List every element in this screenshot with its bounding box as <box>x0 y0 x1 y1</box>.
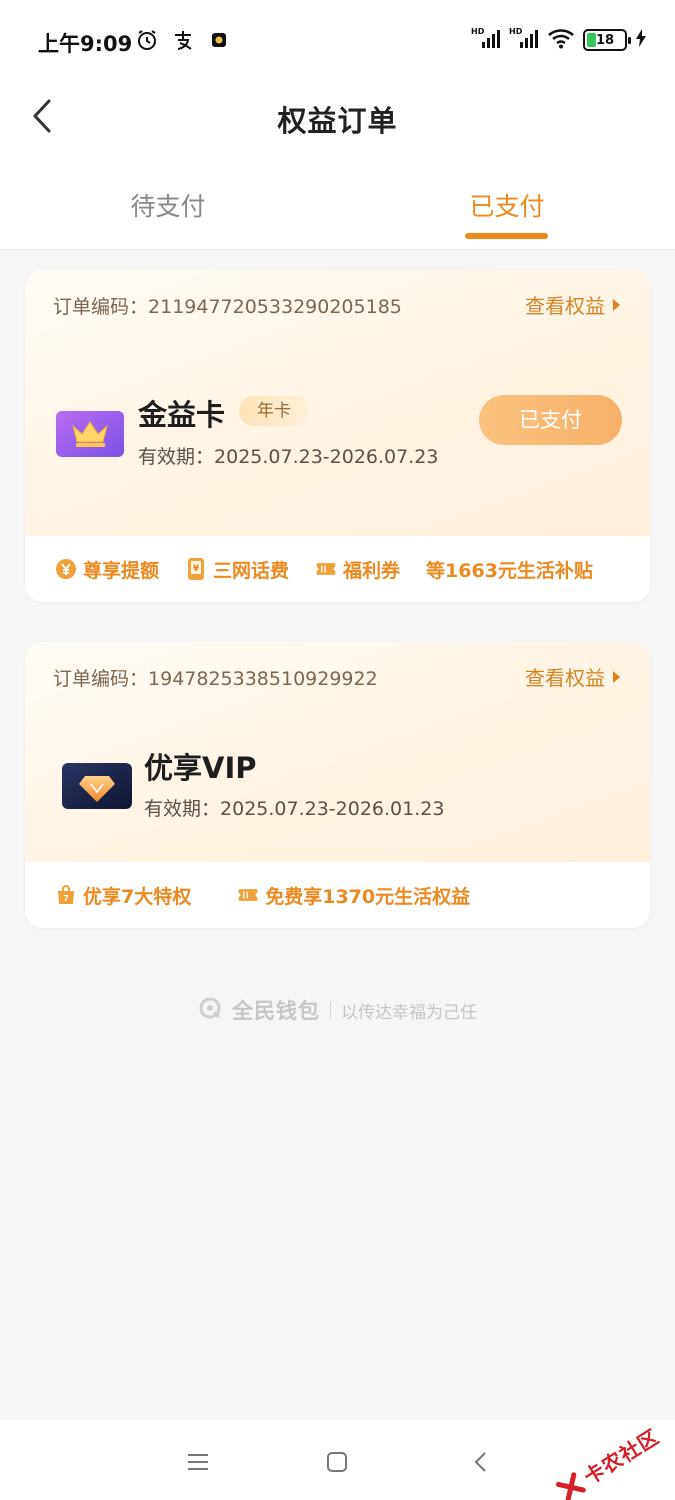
brand-slogan: 以传达幸福为己任 <box>341 1002 477 1023</box>
vip-card-image <box>62 763 132 809</box>
order-card-header: 订单编码：211947720533290205185 查看权益 金益卡 年卡 有… <box>25 270 650 536</box>
benefit-label: 免费享1370元生活权益 <box>265 885 471 908</box>
tab-active-indicator <box>465 233 548 239</box>
tab-paid[interactable]: 已支付 <box>427 187 587 223</box>
tab-bar: 待支付 已支付 <box>0 175 675 250</box>
watermark: 卡农社区 <box>552 1421 664 1500</box>
tab-unpaid[interactable]: 待支付 <box>88 187 248 223</box>
signal-icon: HD <box>471 26 501 54</box>
benefit-label: 福利券 <box>343 559 401 582</box>
validity-period: 有效期：2025.07.23-2026.01.23 <box>144 794 444 821</box>
home-button[interactable] <box>317 1444 357 1480</box>
order-number: 订单编码：211947720533290205185 <box>53 292 402 319</box>
brand-divider <box>330 1001 331 1019</box>
benefits-row: 7 优享7大特权 免费享1370元生活权益 <box>25 862 650 928</box>
benefit-item: 福利券 <box>315 556 400 583</box>
order-number-label: 订单编码： <box>53 668 149 690</box>
svg-text:HD: HD <box>471 27 485 36</box>
product-name: 优享VIP <box>144 751 257 785</box>
validity-label: 有效期： <box>138 446 215 468</box>
order-card: 订单编码：211947720533290205185 查看权益 金益卡 年卡 有… <box>25 270 650 602</box>
benefit-item: 尊享提额 <box>55 556 159 583</box>
order-number: 订单编码：1947825338510929922 <box>53 664 378 691</box>
view-benefits-label: 查看权益 <box>525 666 605 690</box>
benefit-item: 等1663元生活补贴 <box>426 556 593 583</box>
system-nav-bar: 卡农社区 <box>0 1420 675 1500</box>
page-title: 权益订单 <box>277 104 398 138</box>
benefits-row: 尊享提额 ¥ 三网话费 福利券 等1663元生活补贴 <box>25 536 650 602</box>
validity-label: 有效期： <box>144 798 221 820</box>
product-name: 金益卡 <box>138 398 226 432</box>
menu-icon <box>188 1454 208 1470</box>
app-notification-icon <box>207 28 231 52</box>
order-number-value: 211947720533290205185 <box>148 296 402 318</box>
benefit-item: 免费享1370元生活权益 <box>237 882 470 909</box>
order-number-value: 1947825338510929922 <box>148 668 378 690</box>
view-benefits-label: 查看权益 <box>525 294 605 318</box>
system-back-button[interactable] <box>460 1444 500 1480</box>
status-bar: 上午9:09 HD HD 18 <box>0 0 675 82</box>
gold-card-image <box>56 411 124 457</box>
card-type-badge: 年卡 <box>239 396 309 426</box>
svg-text:HD: HD <box>509 27 523 36</box>
benefit-label: 尊享提额 <box>83 559 160 582</box>
order-number-label: 订单编码： <box>53 296 149 318</box>
benefit-label: 三网话费 <box>213 559 290 582</box>
svg-text:7: 7 <box>63 894 69 903</box>
watermark-text: 卡农社区 <box>579 1424 664 1490</box>
benefit-label: 等1663元生活补贴 <box>426 559 593 582</box>
alipay-icon <box>171 28 195 52</box>
order-card: 订单编码：1947825338510929922 查看权益 优享VIP 有效期：… <box>25 642 650 928</box>
square-icon <box>327 1452 347 1472</box>
svg-text:¥: ¥ <box>193 564 200 574</box>
benefit-item: ¥ 三网话费 <box>185 556 289 583</box>
wallet-logo-icon <box>198 996 222 1024</box>
charging-icon <box>635 28 647 52</box>
back-triangle-icon <box>474 1452 486 1472</box>
view-benefits-link[interactable]: 查看权益 <box>525 662 620 691</box>
signal-icon: HD <box>509 26 539 54</box>
order-card-header: 订单编码：1947825338510929922 查看权益 优享VIP 有效期：… <box>25 642 650 862</box>
validity-value: 2025.07.23-2026.07.23 <box>214 446 439 468</box>
benefit-item: 7 优享7大特权 <box>55 882 191 909</box>
paid-status-button[interactable]: 已支付 <box>479 395 622 445</box>
battery-level: 18 <box>595 32 615 48</box>
validity-value: 2025.07.23-2026.01.23 <box>220 798 445 820</box>
yuan-up-icon <box>55 558 77 580</box>
alarm-icon <box>135 28 159 52</box>
footer-brand: 全民钱包 以传达幸福为己任 <box>0 995 675 1025</box>
wifi-icon <box>547 27 575 53</box>
status-left-icons <box>135 28 231 52</box>
benefit-label: 优享7大特权 <box>83 885 192 908</box>
recent-apps-button[interactable] <box>178 1444 218 1480</box>
status-right: HD HD 18 <box>471 26 647 54</box>
brand-name: 全民钱包 <box>232 999 320 1023</box>
battery-indicator: 18 <box>583 29 631 51</box>
battery-fill <box>587 33 596 47</box>
arrow-right-icon <box>613 298 620 311</box>
gift-bag-icon: 7 <box>55 884 77 906</box>
phone-bill-icon: ¥ <box>185 558 207 580</box>
status-time: 上午9:09 <box>38 32 133 56</box>
coupon-icon <box>237 884 259 906</box>
view-benefits-link[interactable]: 查看权益 <box>525 290 620 319</box>
coupon-icon <box>315 558 337 580</box>
header: 权益订单 <box>0 82 675 150</box>
validity-period: 有效期：2025.07.23-2026.07.23 <box>138 442 438 469</box>
arrow-right-icon <box>613 670 620 683</box>
